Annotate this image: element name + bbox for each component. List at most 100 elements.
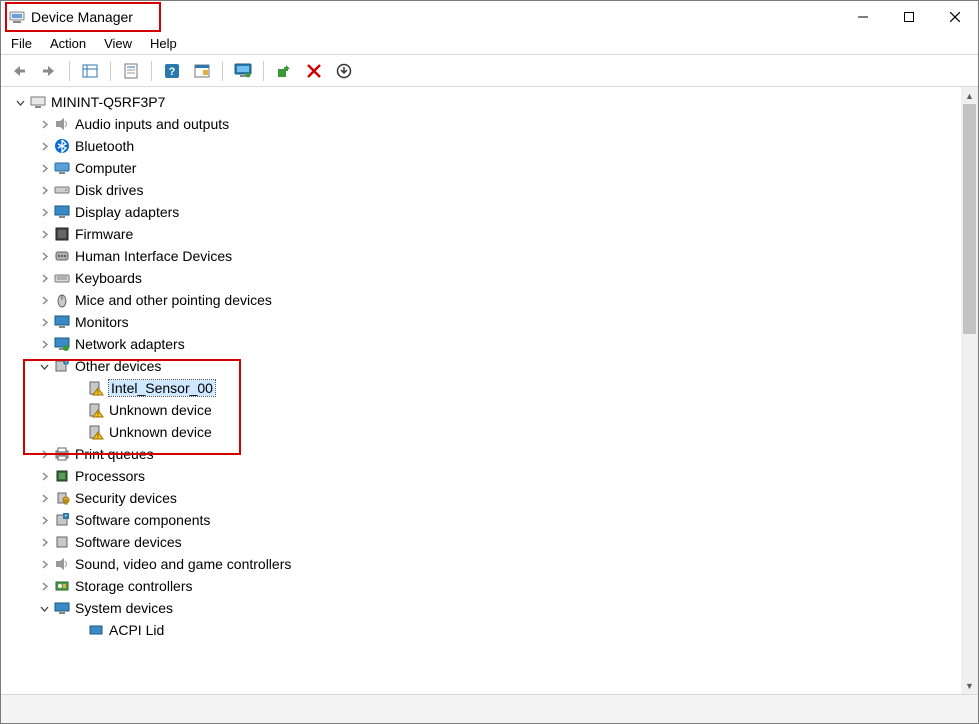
svg-text:?: ? [169,66,176,78]
tree-child-node[interactable]: !Unknown device [9,399,978,421]
tree-child-label: Intel_Sensor_00 [109,380,215,396]
scroll-down-arrow[interactable]: ▼ [961,677,978,694]
expander-right-icon[interactable] [37,447,51,461]
svg-text:+: + [65,514,68,520]
tree-node[interactable]: Firmware [9,223,978,245]
disk-icon [53,181,71,199]
system-child-icon [87,621,105,639]
tree-node-label: Software devices [75,534,182,550]
root-label: MININT-Q5RF3P7 [51,94,165,110]
window-controls [840,1,978,33]
tree-node[interactable]: Audio inputs and outputs [9,113,978,135]
expander-right-icon[interactable] [37,315,51,329]
expander-right-icon[interactable] [37,139,51,153]
show-hidden-button[interactable] [78,59,102,83]
update-button[interactable] [332,59,356,83]
tree-node[interactable]: Bluetooth [9,135,978,157]
tree-node[interactable]: Software devices [9,531,978,553]
expander-right-icon[interactable] [37,183,51,197]
scroll-track[interactable] [961,104,978,677]
tree-node-label: Disk drives [75,182,143,198]
menu-help[interactable]: Help [150,36,177,51]
menu-file[interactable]: File [11,36,32,51]
scroll-thumb[interactable] [963,104,976,334]
tree-node[interactable]: Print queues [9,443,978,465]
tree-node[interactable]: Computer [9,157,978,179]
tree-node[interactable]: Security devices [9,487,978,509]
update-icon [336,63,352,79]
expander-right-icon[interactable] [37,227,51,241]
expander-right-icon[interactable] [37,161,51,175]
mouse-icon [53,291,71,309]
tree-node[interactable]: +Software components [9,509,978,531]
storage-icon [53,577,71,595]
expander-right-icon[interactable] [37,579,51,593]
toolbar-separator [69,61,70,81]
tree-root[interactable]: MININT-Q5RF3P7 [9,91,978,113]
back-button[interactable] [7,59,31,83]
expander-down-icon[interactable] [37,601,51,615]
tree-node[interactable]: Human Interface Devices [9,245,978,267]
menu-view[interactable]: View [104,36,132,51]
expander-right-icon[interactable] [37,469,51,483]
tree-node[interactable]: Sound, video and game controllers [9,553,978,575]
tree-node-label: Monitors [75,314,129,330]
maximize-button[interactable] [886,1,932,33]
expander-right-icon[interactable] [37,293,51,307]
expander-right-icon[interactable] [37,535,51,549]
toolbar-separator [222,61,223,81]
expander-right-icon[interactable] [37,337,51,351]
svg-text:?: ? [65,361,68,367]
tree-node[interactable]: Monitors [9,311,978,333]
tree-child-node[interactable]: !Unknown device [9,421,978,443]
expander-right-icon[interactable] [37,271,51,285]
tree-node-label: Security devices [75,490,177,506]
delete-button[interactable] [302,59,326,83]
forward-button[interactable] [37,59,61,83]
software-device-icon [53,533,71,551]
expander-right-icon[interactable] [37,249,51,263]
tree-node[interactable]: Network adapters [9,333,978,355]
display-button[interactable] [231,59,255,83]
vertical-scrollbar[interactable]: ▲ ▼ [961,87,978,694]
computer-root-icon [29,93,47,111]
tree-child-node[interactable]: ACPI Lid [9,619,978,641]
bluetooth-icon [53,137,71,155]
scan-button[interactable] [272,59,296,83]
expander-right-icon[interactable] [37,513,51,527]
warning-device-icon: ! [87,401,105,419]
expander-right-icon[interactable] [37,557,51,571]
minimize-button[interactable] [840,1,886,33]
tree-node[interactable]: Processors [9,465,978,487]
tree-node[interactable]: System devices [9,597,978,619]
computer-icon [53,159,71,177]
warning-device-icon: ! [87,423,105,441]
properties-button[interactable] [119,59,143,83]
tree-node[interactable]: Disk drives [9,179,978,201]
tree-node[interactable]: ? Other devices [9,355,978,377]
close-button[interactable] [932,1,978,33]
tree-child-node[interactable]: !Intel_Sensor_00 [9,377,978,399]
tree-node[interactable]: Keyboards [9,267,978,289]
options-button[interactable] [190,59,214,83]
tree-node-label: Other devices [75,358,161,374]
expander-right-icon[interactable] [37,205,51,219]
tree-node-label: Audio inputs and outputs [75,116,229,132]
expander-down-icon[interactable] [13,95,27,109]
printer-icon [53,445,71,463]
device-tree[interactable]: MININT-Q5RF3P7 Audio inputs and outputs Bl… [1,87,978,694]
tree-node[interactable]: Storage controllers [9,575,978,597]
tree-node[interactable]: Display adapters [9,201,978,223]
tree-node-label: Mice and other pointing devices [75,292,272,308]
expander-right-icon[interactable] [37,117,51,131]
tree-node-label: Network adapters [75,336,185,352]
expander-down-icon[interactable] [37,359,51,373]
network-icon [53,335,71,353]
tree-node[interactable]: Mice and other pointing devices [9,289,978,311]
help-button[interactable]: ? [160,59,184,83]
firmware-icon [53,225,71,243]
expander-right-icon[interactable] [37,491,51,505]
scroll-up-arrow[interactable]: ▲ [961,87,978,104]
menu-action[interactable]: Action [50,36,86,51]
other-icon: ? [53,357,71,375]
